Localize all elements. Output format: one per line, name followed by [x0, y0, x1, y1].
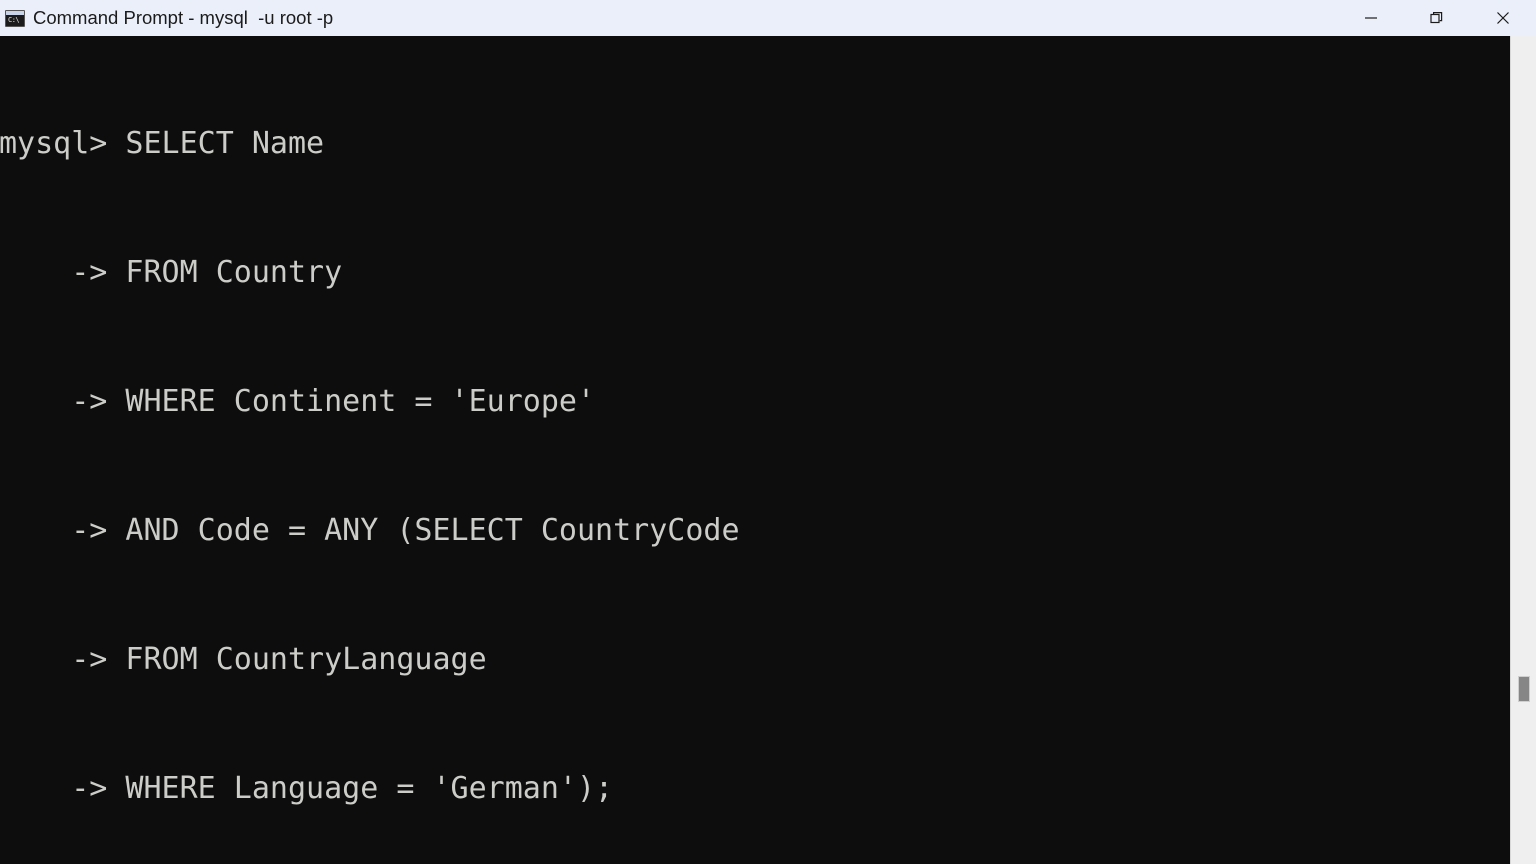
- minimize-icon: [1364, 11, 1378, 25]
- maximize-restore-button[interactable]: [1404, 0, 1470, 36]
- terminal-line: -> WHERE Language = 'German');: [0, 771, 614, 806]
- scrollbar-thumb[interactable]: [1518, 676, 1530, 702]
- close-button[interactable]: [1470, 0, 1536, 36]
- terminal-text: mysql> SELECT Name -> FROM Country -> WH…: [0, 36, 740, 864]
- titlebar-left-group: C:\ Command Prompt - mysql -u root -p: [0, 0, 333, 36]
- terminal-line: -> AND Code = ANY (SELECT CountryCode: [0, 513, 740, 548]
- command-prompt-icon-bar: [6, 10, 24, 15]
- terminal-line: mysql> SELECT Name: [0, 126, 325, 161]
- window-controls: [1338, 0, 1536, 36]
- terminal-line: -> WHERE Continent = 'Europe': [0, 384, 596, 419]
- vertical-scrollbar[interactable]: [1510, 36, 1536, 864]
- terminal-output-area[interactable]: mysql> SELECT Name -> FROM Country -> WH…: [0, 36, 1510, 864]
- window-titlebar[interactable]: C:\ Command Prompt - mysql -u root -p: [0, 0, 1536, 36]
- restore-icon: [1430, 11, 1444, 25]
- terminal-line: -> FROM Country: [0, 255, 343, 290]
- command-prompt-icon-glyph: C:\: [8, 15, 20, 24]
- window-title: Command Prompt - mysql -u root -p: [33, 7, 334, 28]
- terminal-line: -> FROM CountryLanguage: [0, 642, 487, 677]
- minimize-button[interactable]: [1338, 0, 1404, 36]
- command-prompt-icon: C:\: [5, 9, 25, 27]
- command-prompt-window: C:\ Command Prompt - mysql -u root -p my…: [0, 0, 1536, 864]
- close-icon: [1496, 11, 1510, 25]
